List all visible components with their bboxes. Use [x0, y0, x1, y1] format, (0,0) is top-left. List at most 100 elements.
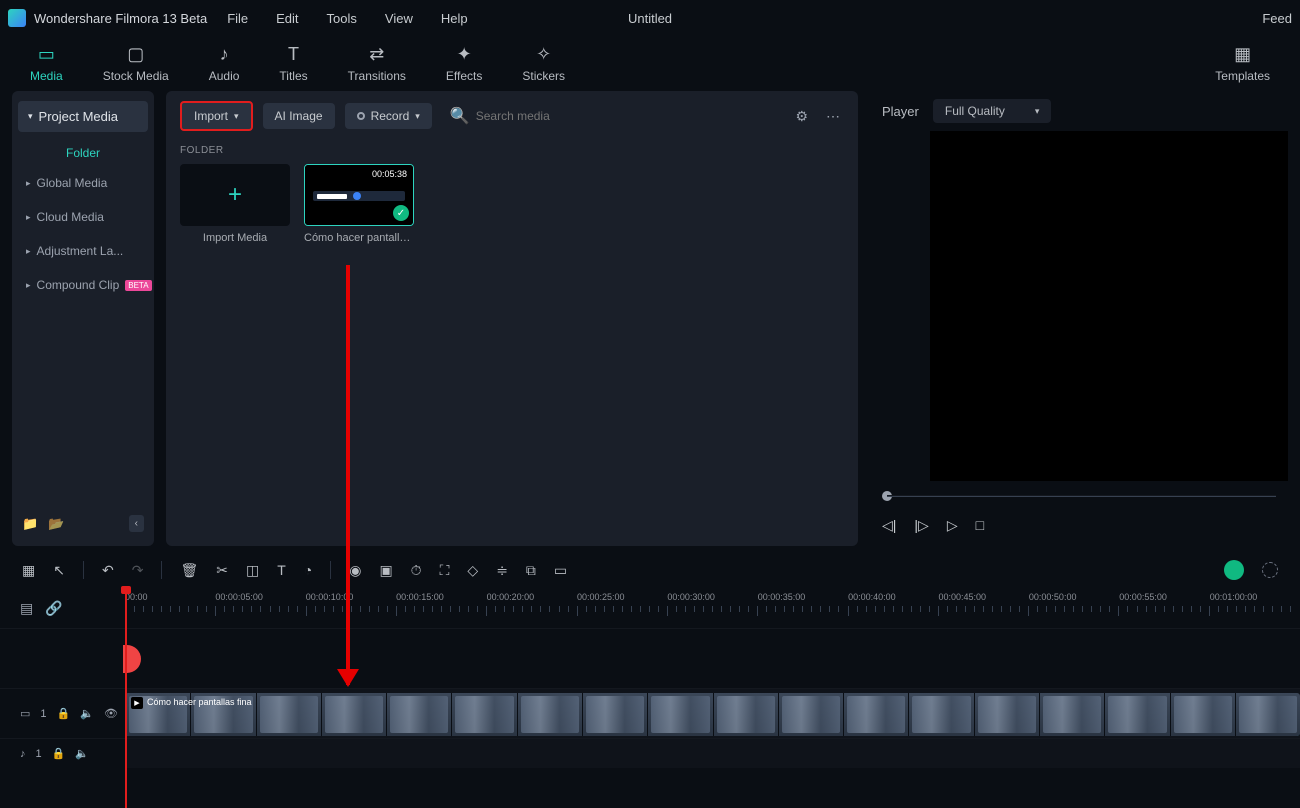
tab-audio[interactable]: ♪Audio — [209, 45, 240, 83]
sidebar-item-cloud-media[interactable]: ▸Cloud Media — [12, 200, 154, 234]
tab-templates[interactable]: ▦Templates — [1215, 45, 1270, 83]
check-icon: ✓ — [393, 205, 409, 221]
media-clip-thumb[interactable]: 00:05:38 ✓ Cómo hacer pantallas ... — [304, 164, 414, 244]
titles-icon: T — [288, 45, 299, 65]
speed-icon[interactable]: ◔ — [304, 562, 312, 578]
undo-icon[interactable]: ↶ — [102, 562, 114, 579]
crop-icon[interactable]: ◫ — [246, 562, 259, 579]
search-box[interactable]: 🔍 — [442, 106, 782, 126]
media-panel: Import▾ AI Image Record▾ 🔍 ⚙ ⋯ FOLDER + … — [166, 91, 858, 546]
menu-help[interactable]: Help — [441, 11, 468, 26]
audio-icon: ♪ — [220, 45, 229, 65]
color-icon[interactable]: ◉ — [349, 562, 361, 579]
project-media-button[interactable]: ▾Project Media — [18, 101, 148, 132]
player-viewport[interactable] — [930, 131, 1288, 481]
tab-effects[interactable]: ✦Effects — [446, 45, 482, 83]
timeline-ruler[interactable]: 00:0000:00:05:0000:00:10:0000:00:15:0000… — [125, 588, 1300, 628]
play-button-icon[interactable]: ▷ — [947, 517, 958, 534]
playhead[interactable] — [125, 588, 127, 808]
play-icon[interactable]: |▷ — [914, 517, 928, 534]
video-clip[interactable]: ▶ Cómo hacer pantallas fina — [125, 693, 1300, 736]
tab-transitions[interactable]: ⇄Transitions — [348, 45, 406, 83]
link-icon[interactable]: ⧉ — [526, 562, 536, 579]
sidebar-item-adjustment-layer[interactable]: ▸Adjustment La... — [12, 234, 154, 268]
mute-icon[interactable]: 🔈 — [80, 707, 94, 720]
templates-icon: ▦ — [1234, 45, 1251, 65]
delete-icon[interactable]: 🗑 — [180, 562, 198, 579]
filter-icon[interactable]: ⚙ — [791, 104, 812, 129]
video-track[interactable]: ▭1 🔒 🔈 👁 ▶ Cómo hacer pantallas fina — [0, 688, 1300, 738]
grid-icon[interactable]: ▦ — [22, 562, 35, 579]
render-icon[interactable] — [1262, 562, 1278, 578]
title-bar: Wondershare Filmora 13 Beta File Edit To… — [0, 0, 1300, 36]
import-media-tile[interactable]: + Import Media — [180, 164, 290, 244]
clip-play-icon: ▶ — [131, 697, 143, 709]
media-icon: ▭ — [38, 45, 55, 65]
timer-icon[interactable]: ⏱ — [411, 562, 422, 579]
sidebar-item-compound-clip[interactable]: ▸Compound ClipBETA — [12, 268, 154, 302]
spacer-track — [0, 628, 1300, 688]
tab-stickers[interactable]: ✧Stickers — [522, 45, 565, 83]
adjust-icon[interactable]: ≑ — [496, 562, 508, 579]
frame-icon[interactable]: ▣ — [379, 562, 392, 579]
tag-icon[interactable]: ◇ — [467, 562, 478, 579]
track-layout-icon[interactable]: ▤ — [20, 600, 33, 617]
transitions-icon: ⇄ — [369, 45, 384, 65]
clip-duration: 00:05:38 — [372, 169, 407, 179]
menu-view[interactable]: View — [385, 11, 413, 26]
user-avatar[interactable] — [1224, 560, 1244, 580]
folder-tab[interactable]: Folder — [12, 136, 154, 166]
document-title: Untitled — [628, 11, 672, 26]
effects-icon: ✦ — [457, 45, 472, 65]
ai-image-button[interactable]: AI Image — [263, 103, 335, 129]
cut-icon[interactable]: ✂ — [216, 562, 228, 579]
tab-titles[interactable]: TTitles — [279, 45, 307, 83]
menu-file[interactable]: File — [227, 11, 248, 26]
import-button[interactable]: Import▾ — [180, 101, 253, 131]
quality-select[interactable]: Full Quality▾ — [933, 99, 1052, 123]
media-toolbar: Import▾ AI Image Record▾ 🔍 ⚙ ⋯ — [180, 101, 844, 131]
prev-frame-icon[interactable]: ◁| — [882, 517, 896, 534]
chevron-down-icon: ▾ — [234, 111, 239, 122]
timeline-header-controls: ▤ 🔗 — [0, 588, 125, 628]
audio-track-icon: ♪ — [20, 748, 26, 760]
tab-stock-media[interactable]: ▢Stock Media — [103, 45, 169, 83]
feedback-button[interactable]: Feed — [1262, 11, 1292, 26]
mute-icon[interactable]: 🔈 — [75, 747, 89, 760]
camera-icon[interactable]: ▭ — [554, 562, 567, 579]
stop-icon[interactable]: □ — [976, 517, 984, 534]
beta-tag: BETA — [125, 280, 151, 291]
lock-icon[interactable]: 🔒 — [57, 707, 71, 720]
stock-icon: ▢ — [127, 45, 144, 65]
visibility-icon[interactable]: 👁 — [104, 707, 118, 720]
text-icon[interactable]: T — [277, 562, 286, 578]
project-sidebar: ▾Project Media Folder ▸Global Media ▸Clo… — [12, 91, 154, 546]
tab-media[interactable]: ▭Media — [30, 45, 63, 83]
redo-icon[interactable]: ↷ — [132, 562, 144, 579]
player-label: Player — [882, 104, 919, 119]
expand-icon[interactable]: ⛶ — [440, 562, 450, 579]
chevron-down-icon: ▾ — [415, 111, 420, 122]
folder-header: FOLDER — [180, 145, 844, 156]
link-tracks-icon[interactable]: 🔗 — [45, 600, 62, 617]
record-button[interactable]: Record▾ — [345, 103, 432, 129]
sidebar-item-global-media[interactable]: ▸Global Media — [12, 166, 154, 200]
timeline-tracks: ▭1 🔒 🔈 👁 ▶ Cómo hacer pantallas fina ♪1 … — [0, 628, 1300, 768]
sidebar-bottom: 📁 📂 ‹ — [12, 507, 154, 540]
cursor-icon[interactable]: ↖ — [53, 562, 65, 579]
menu-tools[interactable]: Tools — [327, 11, 357, 26]
more-icon[interactable]: ⋯ — [822, 104, 844, 129]
new-subfolder-icon[interactable]: 📂 — [48, 516, 64, 532]
lock-icon[interactable]: 🔒 — [52, 747, 66, 760]
chevron-down-icon: ▾ — [1035, 106, 1040, 117]
menu-edit[interactable]: Edit — [276, 11, 298, 26]
main-menu: File Edit Tools View Help — [227, 11, 467, 26]
player-scrubber[interactable] — [870, 481, 1288, 511]
search-input[interactable] — [476, 109, 782, 123]
new-folder-icon[interactable]: 📁 — [22, 516, 38, 532]
clip-title: Cómo hacer pantallas fina — [147, 697, 252, 707]
audio-track[interactable]: ♪1 🔒 🔈 — [0, 738, 1300, 768]
stickers-icon: ✧ — [536, 45, 551, 65]
collapse-sidebar-icon[interactable]: ‹ — [129, 515, 144, 532]
tool-tabs: ▭Media ▢Stock Media ♪Audio TTitles ⇄Tran… — [0, 36, 1300, 91]
